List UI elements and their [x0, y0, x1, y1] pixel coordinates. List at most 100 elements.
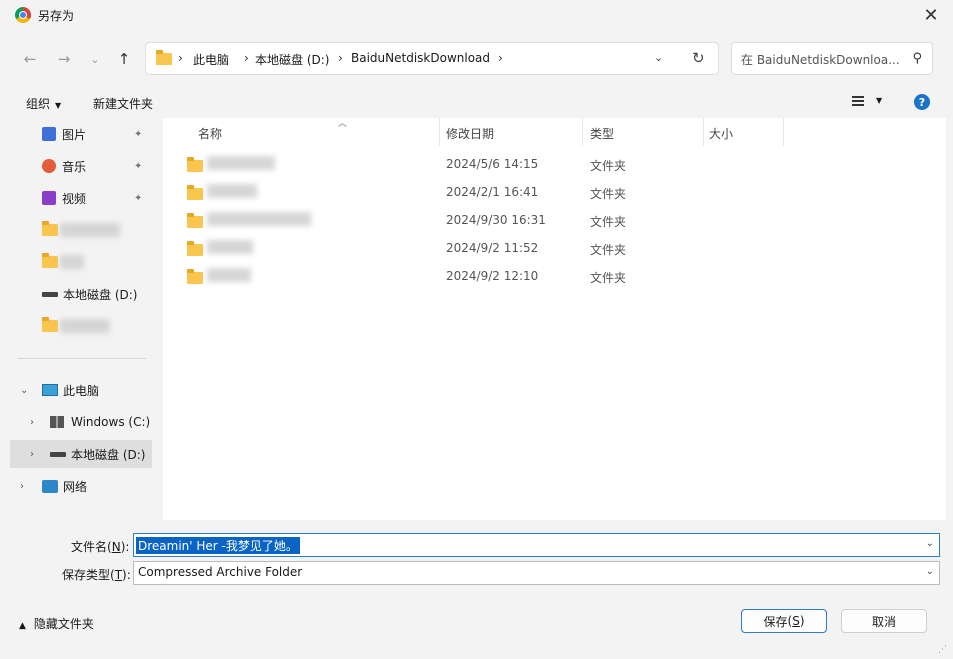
- video-icon: [42, 191, 56, 205]
- caret-down-icon[interactable]: ▼: [876, 96, 882, 105]
- filetype-access-key: T: [114, 568, 123, 582]
- cancel-button[interactable]: 取消: [841, 609, 927, 633]
- folder-icon: [42, 317, 58, 332]
- refresh-icon[interactable]: ↻: [692, 49, 705, 67]
- nav-divider: [18, 358, 146, 359]
- file-date: 2024/9/2 11:52: [446, 241, 539, 255]
- file-type: 文件夹: [590, 187, 627, 201]
- column-header-type[interactable]: 类型: [582, 118, 704, 146]
- organize-button[interactable]: 组织 ▼: [26, 95, 61, 112]
- nav-item-videos[interactable]: 视频 ✦: [10, 184, 152, 212]
- chevron-down-icon[interactable]: ⌄: [926, 566, 934, 577]
- nav-item-folder[interactable]: [10, 312, 152, 340]
- pin-icon[interactable]: ✦: [134, 193, 142, 204]
- nav-item-this-pc[interactable]: ⌄ 此电脑: [10, 376, 152, 404]
- table-row[interactable]: 2024/9/30 16:31 文件夹: [163, 206, 946, 234]
- column-label: 名称: [198, 127, 223, 141]
- folder-icon: [187, 185, 203, 200]
- file-type: 文件夹: [590, 215, 627, 229]
- search-input[interactable]: 在 BaiduNetdiskDownloa... ⚲: [731, 42, 933, 75]
- nav-item-folder[interactable]: [10, 216, 152, 244]
- chevron-right-icon[interactable]: ›: [30, 449, 34, 460]
- nav-item-label: 音乐: [62, 159, 87, 174]
- folder-icon: [42, 253, 58, 268]
- pin-icon[interactable]: ✦: [134, 161, 142, 172]
- blurred-label: [60, 319, 110, 333]
- nav-item-drive-d[interactable]: › 本地磁盘 (D:): [10, 440, 152, 468]
- folder-icon: [187, 157, 203, 172]
- blurred-filename: [207, 212, 311, 226]
- filetype-label: 保存类型(T):: [62, 568, 131, 582]
- folder-icon: [187, 269, 203, 284]
- pin-icon[interactable]: ✦: [134, 129, 142, 140]
- filename-label-text: 文件名: [71, 540, 108, 554]
- computer-icon: [42, 384, 58, 396]
- drive-icon: [42, 291, 58, 297]
- file-date: 2024/2/1 16:41: [446, 185, 539, 199]
- forward-arrow-icon[interactable]: →: [53, 48, 75, 70]
- address-bar[interactable]: › 此电脑 › 本地磁盘 (D:) › BaiduNetdiskDownload…: [145, 42, 719, 75]
- search-placeholder: 在 BaiduNetdiskDownloa...: [741, 53, 900, 67]
- filename-access-key: N: [111, 540, 121, 554]
- view-list-icon[interactable]: [852, 96, 864, 106]
- column-header-name[interactable]: 名称 ︿: [190, 118, 440, 146]
- filename-value: Dreamin' Her -我梦见了她。: [136, 537, 300, 554]
- nav-item-folder[interactable]: [10, 248, 152, 276]
- nav-item-music[interactable]: 音乐 ✦: [10, 152, 152, 180]
- chevron-right-icon[interactable]: ›: [20, 481, 24, 492]
- folder-icon: [187, 213, 203, 228]
- recent-chevron-down-icon[interactable]: ⌄: [84, 48, 106, 70]
- folder-icon: [42, 221, 58, 236]
- breadcrumb-baidunetdiskdownload[interactable]: BaiduNetdiskDownload: [351, 51, 490, 65]
- search-icon: ⚲: [912, 51, 922, 66]
- nav-item-label: 本地磁盘 (D:): [71, 447, 146, 462]
- blurred-filename: [207, 156, 275, 170]
- file-list: 名称 ︿ 修改日期 类型 大小 2024/5/6 14:15 文件夹 2024/…: [163, 118, 946, 520]
- resize-grip-icon[interactable]: ⋰: [938, 645, 947, 655]
- back-arrow-icon[interactable]: ←: [19, 48, 41, 70]
- save-access-key: S: [792, 614, 800, 628]
- column-header-size[interactable]: 大小: [701, 118, 784, 146]
- file-date: 2024/5/6 14:15: [446, 157, 539, 171]
- breadcrumb-this-pc[interactable]: 此电脑: [193, 51, 229, 68]
- chevron-down-icon[interactable]: ⌄: [926, 538, 934, 549]
- nav-item-label: 网络: [63, 479, 88, 494]
- nav-item-pictures[interactable]: 图片 ✦: [10, 120, 152, 148]
- new-folder-button[interactable]: 新建文件夹: [93, 95, 153, 112]
- file-date: 2024/9/30 16:31: [446, 213, 546, 227]
- file-type: 文件夹: [590, 271, 627, 285]
- navigation-bar: ← → ⌄ ↑ › 此电脑 › 本地磁盘 (D:) › BaiduNetdisk…: [0, 36, 953, 80]
- chevron-down-icon[interactable]: ⌄: [20, 385, 28, 396]
- nav-item-drive-d-pinned[interactable]: 本地磁盘 (D:): [10, 280, 152, 308]
- windows-drive-icon: [50, 416, 64, 428]
- nav-item-label: Windows (C:): [71, 415, 151, 429]
- file-type: 文件夹: [590, 159, 627, 173]
- sort-up-icon: ︿: [338, 119, 348, 129]
- nav-item-windows-c[interactable]: › Windows (C:): [10, 408, 152, 436]
- blurred-label: [60, 223, 120, 237]
- table-row[interactable]: 2024/9/2 11:52 文件夹: [163, 234, 946, 262]
- breadcrumb-drive-d[interactable]: 本地磁盘 (D:): [255, 51, 329, 68]
- save-form: 文件名(N): Dreamin' Her -我梦见了她。 ⌄ 保存类型(T): …: [0, 520, 953, 659]
- column-header-date[interactable]: 修改日期: [438, 118, 583, 146]
- table-row[interactable]: 2024/5/6 14:15 文件夹: [163, 150, 946, 178]
- table-row[interactable]: 2024/2/1 16:41 文件夹: [163, 178, 946, 206]
- save-button[interactable]: 保存(S): [741, 609, 827, 633]
- chevron-right-icon[interactable]: ›: [30, 417, 34, 428]
- filetype-select[interactable]: Compressed Archive Folder ⌄: [133, 561, 940, 585]
- filetype-label-text: 保存类型: [62, 568, 111, 582]
- up-arrow-icon[interactable]: ↑: [113, 48, 135, 70]
- breadcrumb-separator: ›: [178, 51, 183, 65]
- command-bar: 组织 ▼ 新建文件夹 ▼ ?: [0, 88, 953, 118]
- chevron-down-icon[interactable]: ⌄: [654, 51, 663, 64]
- folder-icon: [187, 241, 203, 256]
- help-icon[interactable]: ?: [914, 94, 930, 110]
- hide-folders-toggle[interactable]: ▲ 隐藏文件夹: [19, 615, 94, 632]
- nav-item-network[interactable]: › 网络: [10, 472, 152, 500]
- folder-icon: [156, 50, 172, 65]
- close-icon[interactable]: ✕: [917, 2, 945, 28]
- blurred-filename: [207, 268, 251, 282]
- breadcrumb-separator: ›: [244, 51, 249, 65]
- filename-field[interactable]: Dreamin' Her -我梦见了她。 ⌄: [133, 533, 940, 557]
- table-row[interactable]: 2024/9/2 12:10 文件夹: [163, 262, 946, 290]
